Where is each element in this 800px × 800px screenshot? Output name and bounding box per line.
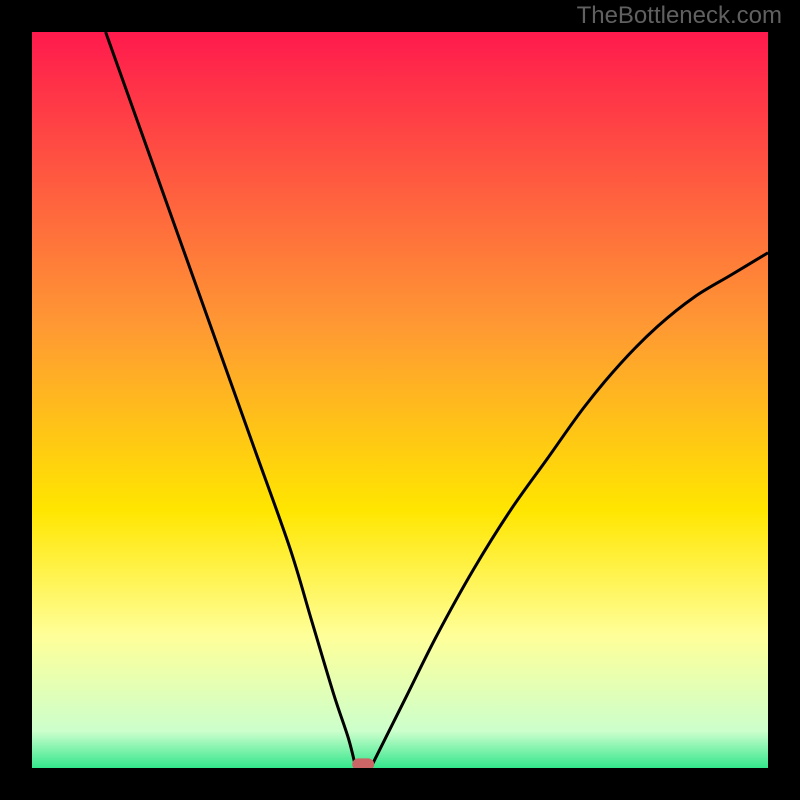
gradient-background — [32, 32, 768, 768]
bottleneck-marker — [352, 758, 374, 768]
watermark-text: TheBottleneck.com — [577, 2, 782, 30]
plot-area — [32, 32, 768, 768]
chart-frame: TheBottleneck.com — [0, 0, 800, 800]
